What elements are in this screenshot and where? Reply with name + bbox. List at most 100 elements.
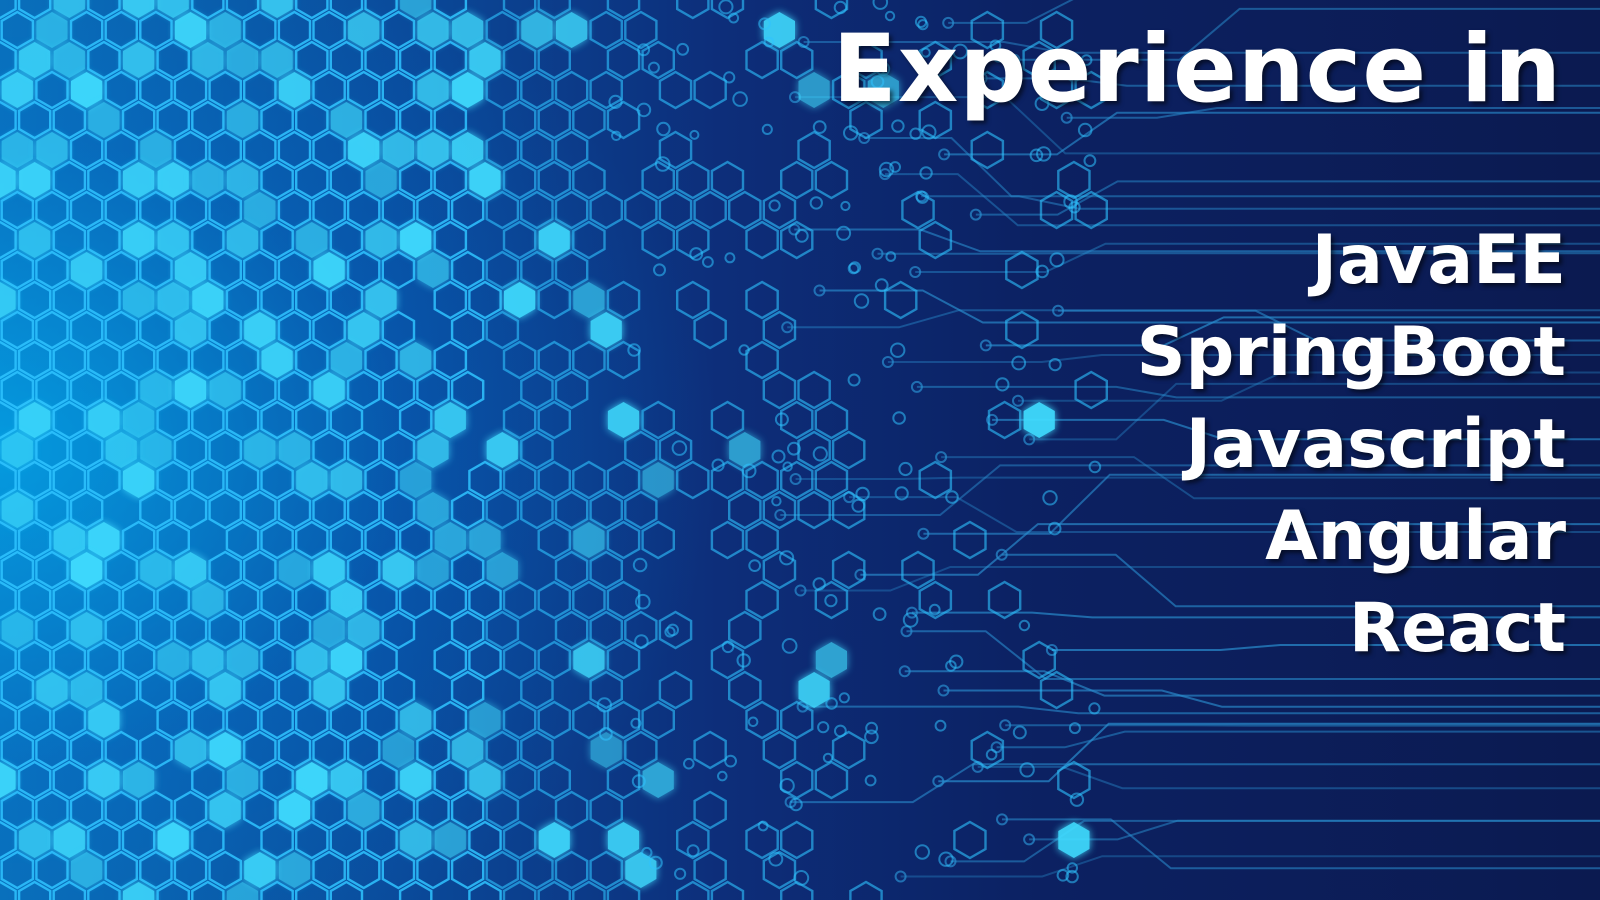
- hexagon-outline: [502, 820, 537, 860]
- hexagon-filled: [174, 12, 207, 48]
- hexagon-outline: [312, 10, 346, 50]
- hexagon-outline: [520, 190, 554, 230]
- technology-angular: Angular: [1265, 497, 1566, 576]
- hexagon-outline: [693, 70, 727, 110]
- hexagon-outline: [87, 340, 121, 380]
- hexagon-outline: [624, 430, 658, 470]
- hexagon-outline: [243, 250, 277, 290]
- hexagon-filled: [538, 822, 570, 858]
- hexagon-filled: [452, 12, 484, 48]
- hexagon-outline: [173, 850, 208, 890]
- hexagon-filled: [763, 12, 795, 48]
- hexagon-filled: [209, 792, 241, 828]
- hexagon-filled: [192, 162, 224, 198]
- circuit-node: [793, 870, 810, 886]
- hexagon-outline: [364, 580, 398, 620]
- hexagon-outline: [780, 820, 814, 860]
- hexagon-outline: [970, 130, 1005, 170]
- hexagon-filled: [1, 492, 33, 528]
- hexagon-filled: [71, 552, 103, 588]
- hexagon-outline: [1074, 370, 1108, 410]
- hexagon-filled: [53, 822, 85, 858]
- hexagon-outline: [520, 490, 554, 530]
- circuit-node: [674, 867, 687, 880]
- hexagon-outline: [502, 640, 537, 680]
- hexagon-outline: [139, 490, 173, 530]
- hexagon-outline: [676, 820, 710, 860]
- hexagon-filled: [296, 222, 328, 258]
- hexagon-outline: [329, 160, 364, 200]
- hexagon-outline: [398, 580, 433, 620]
- hexagon-outline: [0, 730, 35, 770]
- hexagon-filled: [469, 522, 501, 558]
- hexagon-outline: [831, 430, 866, 470]
- hexagon-filled: [486, 552, 518, 588]
- hexagon-filled: [382, 132, 414, 168]
- hexagon-outline: [104, 670, 138, 710]
- hexagon-filled: [1023, 402, 1055, 438]
- hexagon-outline: [520, 850, 554, 890]
- hexagon-outline: [1005, 310, 1039, 350]
- hexagon-filled: [209, 732, 241, 768]
- circuit-node: [838, 692, 850, 704]
- hexagon-outline: [173, 190, 208, 230]
- hexagon-outline: [589, 10, 623, 50]
- hexagon-outline: [104, 790, 138, 830]
- hexagon-outline: [676, 460, 710, 500]
- hexagon-filled: [192, 42, 224, 78]
- hexagon-outline: [17, 760, 52, 800]
- hexagon-filled: [382, 552, 414, 588]
- hexagon-filled: [174, 552, 207, 588]
- hexagon-filled: [330, 462, 362, 498]
- hexagon-outline: [572, 160, 606, 200]
- hexagon-outline: [87, 220, 121, 260]
- hexagon-outline: [0, 340, 17, 380]
- hexagon-outline: [416, 730, 450, 770]
- hexagon-outline: [156, 340, 190, 380]
- hexagon-outline: [295, 580, 329, 620]
- hexagon-outline: [0, 10, 35, 50]
- hexagon-outline: [69, 10, 104, 50]
- circuit-node: [771, 449, 786, 464]
- hexagon-outline: [277, 610, 312, 650]
- hexagon-outline: [208, 850, 242, 890]
- hexagon-outline: [537, 400, 571, 440]
- hexagon-filled: [330, 102, 362, 138]
- hexagon-outline: [0, 520, 17, 560]
- hexagon-outline: [243, 490, 277, 530]
- hexagon-outline: [918, 460, 953, 500]
- hexagon-outline: [814, 760, 849, 800]
- hexagon-outline: [139, 790, 173, 830]
- hexagon-outline: [121, 640, 156, 680]
- hexagon-filled: [469, 162, 501, 198]
- hexagon-outline: [520, 70, 554, 110]
- hexagon-outline: [191, 460, 225, 500]
- hexagon-outline: [381, 10, 416, 50]
- hexagon-outline: [17, 460, 52, 500]
- hexagon-outline: [364, 460, 398, 500]
- hexagon-outline: [658, 190, 693, 230]
- hexagon-outline: [745, 460, 779, 500]
- hexagon-filled: [313, 252, 345, 288]
- hexagon-outline: [0, 700, 17, 740]
- hexagon-outline: [260, 760, 294, 800]
- hexagon-outline: [191, 0, 225, 20]
- hexagon-filled: [88, 762, 120, 798]
- circuit-node: [1049, 252, 1065, 268]
- hexagon-outline: [468, 820, 502, 860]
- hexagon-filled: [157, 162, 189, 198]
- hexagon-filled: [417, 132, 449, 168]
- hexagon-filled: [244, 192, 276, 228]
- circuit-node: [824, 594, 838, 608]
- hexagon-filled: [226, 42, 259, 78]
- hexagon-outline: [606, 520, 641, 560]
- hexagon-outline: [1074, 190, 1108, 230]
- hexagon-outline: [191, 820, 225, 860]
- hexagon-filled: [348, 12, 380, 48]
- hexagon-outline: [554, 70, 589, 110]
- technology-springboot: SpringBoot: [1136, 313, 1566, 392]
- hexagon-filled: [434, 402, 466, 438]
- hexagon-outline: [329, 700, 364, 740]
- hexagon-outline: [173, 70, 208, 110]
- hexagon-filled: [417, 432, 449, 468]
